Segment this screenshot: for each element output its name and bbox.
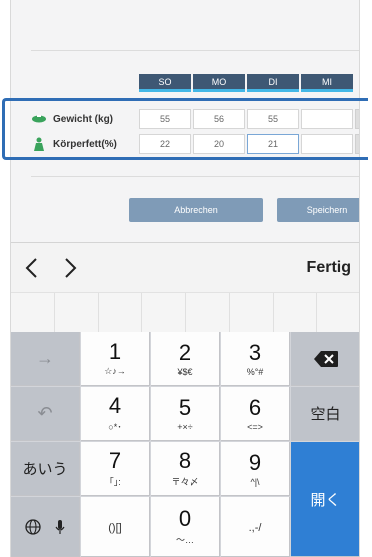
bodyfat-label-text: Körperfett(%)	[53, 138, 117, 150]
weight-input-tue[interactable]: 55	[247, 109, 299, 129]
tracking-form: SO MO DI MI Gewicht (kg) 55 56 55 Körper…	[11, 0, 359, 242]
key-9[interactable]: 9 ^|\	[221, 442, 290, 496]
weight-label: Gewicht (kg)	[31, 113, 139, 125]
bodyfat-input-mon[interactable]: 20	[193, 134, 245, 154]
bodyfat-row: Körperfett(%) 22 20 21	[31, 133, 359, 155]
backspace-key[interactable]	[291, 332, 359, 386]
candidate-bar	[11, 292, 359, 332]
day-header-sun: SO	[139, 74, 191, 92]
weight-label-text: Gewicht (kg)	[53, 113, 114, 125]
kana-mode-key[interactable]: あいう	[11, 442, 80, 496]
undo-icon: ↶	[37, 403, 53, 423]
key-5[interactable]: 5 +×÷	[151, 387, 220, 441]
key-4[interactable]: 4 ○*･	[81, 387, 150, 441]
weight-row: Gewicht (kg) 55 56 55	[31, 108, 359, 130]
arrow-right-icon: →	[36, 348, 54, 368]
scale-icon	[31, 113, 47, 125]
divider	[31, 50, 359, 51]
key-punctuation[interactable]: .,-/	[221, 497, 290, 557]
bodyfat-input-sun[interactable]: 22	[139, 134, 191, 154]
divider	[31, 176, 359, 177]
bodyfat-input-tue[interactable]: 21	[247, 134, 299, 154]
bodyfat-label: Körperfett(%)	[31, 137, 139, 151]
keyboard-nav-bar: Fertig	[11, 242, 359, 293]
day-header-tue: DI	[247, 74, 299, 92]
space-key[interactable]: 空白	[291, 387, 359, 441]
key-6[interactable]: 6 <=>	[221, 387, 290, 441]
key-7[interactable]: 7 ｢｣:	[81, 442, 150, 496]
key-0[interactable]: 0 〜…	[151, 497, 220, 557]
day-header-mon: MO	[193, 74, 245, 92]
done-button[interactable]: Fertig	[307, 259, 351, 277]
previous-field-icon[interactable]	[11, 243, 51, 293]
body-fat-icon	[31, 137, 47, 151]
key-brackets[interactable]: ()[]	[81, 497, 150, 557]
key-1[interactable]: 1 ☆♪→	[81, 332, 150, 386]
save-button[interactable]: Speichern	[277, 198, 359, 222]
key-8[interactable]: 8 〒々〆	[151, 442, 220, 496]
globe-mic-key[interactable]	[11, 497, 80, 557]
day-header-wed: MI	[301, 74, 353, 92]
cancel-button[interactable]: Abbrechen	[129, 198, 263, 222]
numeric-keyboard: → 1 ☆♪→ 2 ¥$€ 3 %°# ↶ 4 ○*･ 5 +×÷ 6 <=> 空白 あいう…	[11, 332, 359, 557]
globe-icon[interactable]	[25, 518, 41, 535]
weight-input-wed[interactable]	[301, 109, 353, 129]
open-key[interactable]: 開く	[291, 442, 359, 557]
key-3[interactable]: 3 %°#	[221, 332, 290, 386]
weight-input-mon[interactable]: 56	[193, 109, 245, 129]
bodyfat-input-next	[355, 134, 359, 154]
app-frame: SO MO DI MI Gewicht (kg) 55 56 55 Körper…	[10, 0, 360, 557]
day-header: SO MO DI MI	[139, 74, 355, 92]
next-field-icon[interactable]	[51, 243, 91, 293]
weight-input-next	[355, 109, 359, 129]
bodyfat-input-wed[interactable]	[301, 134, 353, 154]
backspace-icon	[313, 350, 338, 367]
weight-input-sun[interactable]: 55	[139, 109, 191, 129]
undo-key[interactable]: ↶	[11, 387, 80, 441]
arrow-right-key[interactable]: →	[11, 332, 80, 386]
microphone-icon[interactable]	[55, 519, 65, 535]
key-2[interactable]: 2 ¥$€	[151, 332, 220, 386]
